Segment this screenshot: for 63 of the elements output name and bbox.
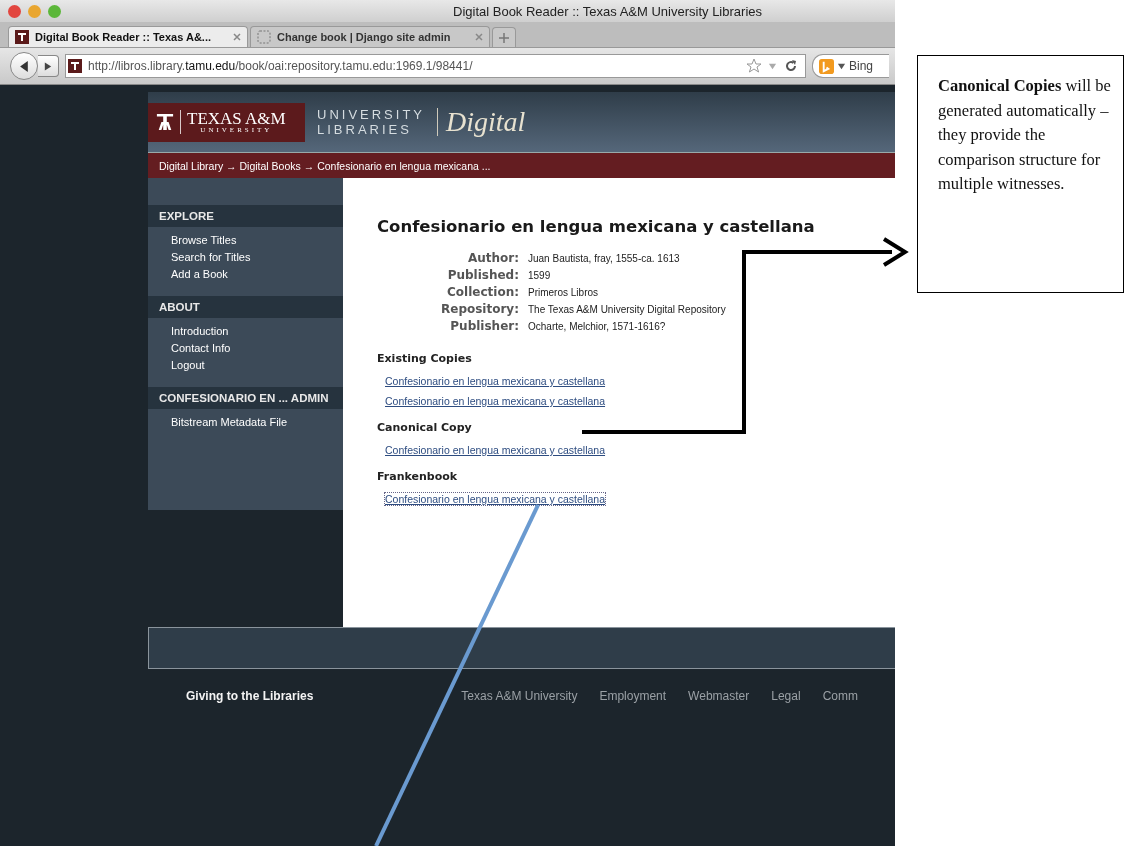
field-label: Author: xyxy=(466,250,519,267)
back-icon xyxy=(18,60,30,72)
sidebar-link[interactable]: Contact Info xyxy=(171,340,343,356)
zoom-button[interactable] xyxy=(48,4,61,18)
copy-link[interactable]: Confesionario en lengua mexicana y castellana xyxy=(385,444,606,456)
reload-icon[interactable] xyxy=(783,58,799,74)
annotation-text: Canonical Copies will be generated automatically – they provide the comparison structure for multiple witnesses. xyxy=(938,75,1112,195)
plus-icon xyxy=(499,32,509,43)
footer-link[interactable]: Texas A&M University xyxy=(461,689,578,703)
field-value: The Texas A&M University Digital Repository xyxy=(528,304,727,315)
field-label: Publisher: xyxy=(449,318,519,335)
field-value: Ocharte, Melchior, 1571-1616? xyxy=(528,321,667,332)
sidebar-link[interactable]: Logout xyxy=(171,357,343,373)
dropdown-icon[interactable] xyxy=(837,61,846,71)
emblem-icon xyxy=(156,111,174,133)
field-label: Collection: xyxy=(446,284,519,301)
sidebar-heading: EXPLORE xyxy=(148,205,343,227)
copy-link[interactable]: Confesionario en lengua mexicana y castellana xyxy=(385,375,606,387)
field-value: Primeros Libros xyxy=(528,287,600,298)
close-button[interactable] xyxy=(8,4,21,18)
forward-button[interactable] xyxy=(38,55,59,77)
libraries-label: LIBRARIES xyxy=(317,122,413,137)
copy-link[interactable]: Confesionario en lengua mexicana y castellana xyxy=(385,493,606,505)
sidebar-link[interactable]: Bitstream Metadata File xyxy=(171,414,343,430)
address-bar[interactable]: http://libros.library.tamu.edu/book/oai:repository.tamu.edu:1969.1/98441/ xyxy=(65,54,806,78)
sidebar-link[interactable]: Introduction xyxy=(171,323,343,339)
footer-link[interactable]: Comm xyxy=(822,689,858,703)
footer-link[interactable]: Webmaster xyxy=(688,689,750,703)
window-title: Digital Book Reader :: Texas A&M University Libraries xyxy=(453,3,762,19)
field-value: Juan Bautista, fray, 1555-ca. 1613 xyxy=(528,253,681,264)
sidebar-heading: ABOUT xyxy=(148,296,343,318)
field-label: Repository: xyxy=(440,301,519,318)
search-field[interactable]: Bing xyxy=(812,54,889,78)
close-icon[interactable] xyxy=(475,33,483,41)
breadcrumb[interactable]: Digital Library → Digital Books → Confesionario en lengua mexicana ... xyxy=(159,159,491,172)
university-logo-icon xyxy=(15,30,29,44)
sidebar-link[interactable]: Search for Titles xyxy=(171,249,343,265)
browser-tab[interactable]: Change book | Django site admin xyxy=(250,26,490,47)
university-logo-icon xyxy=(68,59,82,73)
star-icon[interactable] xyxy=(746,58,762,74)
blank-page-icon xyxy=(257,30,271,44)
field-label: Published: xyxy=(446,267,519,284)
section-heading: Existing Copies xyxy=(377,352,472,365)
search-input[interactable]: Bing xyxy=(849,59,883,73)
browser-tab[interactable]: Digital Book Reader :: Texas A&... xyxy=(8,26,248,47)
digital-label: Digital xyxy=(446,106,526,138)
minimize-button[interactable] xyxy=(28,4,41,18)
field-value: 1599 xyxy=(528,270,552,281)
sidebar-heading: CONFESIONARIO EN ... ADMIN xyxy=(148,387,343,409)
footer-link[interactable]: Employment xyxy=(599,689,667,703)
section-heading: Canonical Copy xyxy=(377,421,472,434)
libraries-label: UNIVERSITY xyxy=(317,107,425,122)
footer-link[interactable]: Legal xyxy=(771,689,801,703)
back-button[interactable] xyxy=(10,52,38,80)
book-title: Confesionario en lengua mexicana y castellana xyxy=(377,217,816,236)
close-icon[interactable] xyxy=(233,33,241,41)
sidebar-link[interactable]: Browse Titles xyxy=(171,232,343,248)
copy-link[interactable]: Confesionario en lengua mexicana y castellana xyxy=(385,395,606,407)
new-tab-button[interactable] xyxy=(492,27,516,47)
forward-icon xyxy=(44,61,52,71)
footer-link[interactable]: Giving to the Libraries xyxy=(186,689,314,703)
sidebar-link[interactable]: Add a Book xyxy=(171,266,343,282)
section-heading: Frankenbook xyxy=(377,470,458,483)
